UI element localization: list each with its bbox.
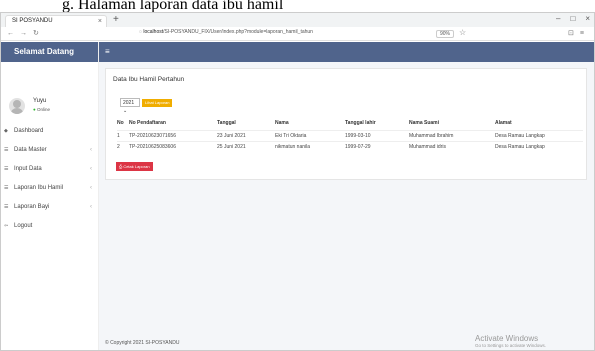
column-header: Tanggal lahir <box>345 120 376 127</box>
main-content: Data Ibu Hamil Pertahun 2021 ⌄Lihat Lapo… <box>99 62 594 350</box>
sidebar-item-label: Dashboard <box>14 128 44 134</box>
sidebar-item-laporan-ibu-hamil[interactable]: ☰ Laporan Ibu Hamil ‹ <box>1 179 98 198</box>
table-cell: Eki Tri Oktaria <box>275 129 345 141</box>
hamburger-menu-icon[interactable]: ≡ <box>105 47 110 56</box>
url-path: /SI-POSYANDU_FIX/User/index.php?module=l… <box>163 29 313 35</box>
window-controls: – □ × <box>546 14 590 23</box>
list-icon: ☰ <box>4 147 9 153</box>
table-cell: Muhammad idris <box>409 140 495 152</box>
sidebar-item-data-master[interactable]: ☰ Data Master ‹ <box>1 141 98 160</box>
logout-icon: ⇦ <box>4 223 9 229</box>
user-status-label: Online <box>36 107 50 112</box>
url-host: localhost <box>143 29 164 35</box>
table-cell: 25 Juni 2021 <box>217 140 275 152</box>
url-field[interactable]: ◌ localhost/SI-POSYANDU_FIX/User/index.p… <box>139 29 313 35</box>
address-bar: ←→↻ ◌ localhost/SI-POSYANDU_FIX/User/ind… <box>1 27 594 41</box>
table-cell: Desa Ramau Langkap <box>495 129 583 141</box>
year-select[interactable]: 2021 ⌄ <box>120 98 140 114</box>
bookmark-star-icon[interactable]: ☆ <box>459 28 466 37</box>
footer: © Copyright 2021 SI-POSYANDU <box>105 340 180 346</box>
column-header: Nama <box>275 120 289 127</box>
user-panel: Yuyu ● Online <box>1 62 98 122</box>
print-button-label: Cetak Laporan <box>123 164 150 169</box>
windows-activation-watermark: Activate Windows Go to Settings to activ… <box>475 334 546 348</box>
table-cell: 1 <box>117 129 129 141</box>
close-tab-icon[interactable]: × <box>98 16 102 27</box>
maximize-icon[interactable]: □ <box>570 14 575 23</box>
brand-title: Selamat Datang <box>1 42 98 62</box>
sidebar-item-dashboard[interactable]: ◆ Dashboard <box>1 122 98 141</box>
library-icon[interactable]: ⊡ <box>568 30 580 37</box>
top-navbar: ≡ <box>99 42 594 62</box>
table-cell: Desa Ramau Langkap <box>495 140 583 152</box>
sidebar-item-logout[interactable]: ⇦ Logout <box>1 217 98 236</box>
chevron-left-icon: ‹ <box>90 166 92 172</box>
chevron-left-icon: ‹ <box>90 204 92 210</box>
table-cell: TP-20210625083606 <box>129 140 217 152</box>
back-icon[interactable]: ← <box>7 30 20 37</box>
user-name: Yuyu <box>33 98 47 104</box>
table-cell: 1999-07-29 <box>345 140 409 152</box>
card-title: Data Ibu Hamil Pertahun <box>113 76 185 83</box>
report-card: Data Ibu Hamil Pertahun 2021 ⌄Lihat Lapo… <box>105 68 587 180</box>
column-header: Alamat <box>495 120 512 127</box>
sidebar-item-label: Laporan Bayi <box>14 204 50 210</box>
watermark-subtitle: Go to Settings to activate Windows. <box>475 343 547 348</box>
chevron-down-icon: ⌄ <box>123 108 128 114</box>
year-select-value: 2021 <box>123 100 135 106</box>
list-icon: ☰ <box>4 204 9 210</box>
reload-icon[interactable]: ↻ <box>33 30 45 37</box>
sidebar-item-label: Input Data <box>14 166 42 172</box>
nav-buttons: ←→↻ <box>7 29 45 37</box>
table-cell: 23 Juni 2021 <box>217 129 275 141</box>
minimize-icon[interactable]: – <box>556 14 560 23</box>
table-cell: Muhammad Ibrahim <box>409 129 495 141</box>
column-header: No <box>117 120 124 127</box>
table-header-row: No No Pendaftaran Tanggal Nama Tanggal l… <box>117 117 583 130</box>
avatar <box>9 98 25 114</box>
close-window-icon[interactable]: × <box>585 14 590 23</box>
table-row: 2 TP-20210625083606 25 Juni 2021 nikmatu… <box>117 140 583 152</box>
table-cell: 2 <box>117 140 129 152</box>
menu-icon[interactable]: ≡ <box>580 30 590 37</box>
browser-toolbar-right: ⊡≡ <box>568 29 590 37</box>
sidebar-item-input-data[interactable]: ☰ Input Data ‹ <box>1 160 98 179</box>
show-report-button[interactable]: Lihat Laporan <box>142 99 173 107</box>
column-header: Tanggal <box>217 120 236 127</box>
report-table: No No Pendaftaran Tanggal Nama Tanggal l… <box>117 117 583 152</box>
list-icon: ☰ <box>4 166 9 172</box>
chevron-left-icon: ‹ <box>90 147 92 153</box>
new-tab-icon[interactable]: + <box>113 14 119 25</box>
sidebar-item-label: Logout <box>14 223 33 229</box>
column-header: No Pendaftaran <box>129 120 166 127</box>
table-cell: 1999-03-10 <box>345 129 409 141</box>
year-filter: 2021 ⌄Lihat Laporan <box>120 98 173 114</box>
dashboard-icon: ◆ <box>4 128 8 134</box>
tab-title: SI POSYANDU <box>12 18 53 24</box>
user-status: ● Online <box>33 107 50 112</box>
browser-tab[interactable]: SI POSYANDU × <box>5 15 107 27</box>
list-icon: ☰ <box>4 185 9 191</box>
tab-bar: SI POSYANDU × + – □ × <box>1 13 594 27</box>
sidebar-item-label: Laporan Ibu Hamil <box>14 185 64 191</box>
sidebar-item-laporan-bayi[interactable]: ☰ Laporan Bayi ‹ <box>1 198 98 217</box>
chevron-left-icon: ‹ <box>90 185 92 191</box>
app: Selamat Datang Yuyu ● Online ◆ Dashboard … <box>1 42 594 350</box>
sidebar-item-label: Data Master <box>14 147 47 153</box>
print-report-button[interactable]: ⎙ Cetak Laporan <box>116 162 153 171</box>
forward-icon[interactable]: → <box>20 30 33 37</box>
browser-window: SI POSYANDU × + – □ × ←→↻ ◌ localhost/SI-P… <box>0 12 595 351</box>
zoom-level[interactable]: 90% <box>436 30 455 38</box>
watermark-title: Activate Windows <box>475 334 539 343</box>
table-cell: nikmatun nanila <box>275 140 345 152</box>
table-row: 1 TP-20210623071656 23 Juni 2021 Eki Tri… <box>117 129 583 141</box>
sidebar: Selamat Datang Yuyu ● Online ◆ Dashboard … <box>1 42 99 350</box>
column-header: Nama Suami <box>409 120 440 127</box>
table-cell: TP-20210623071656 <box>129 129 217 141</box>
